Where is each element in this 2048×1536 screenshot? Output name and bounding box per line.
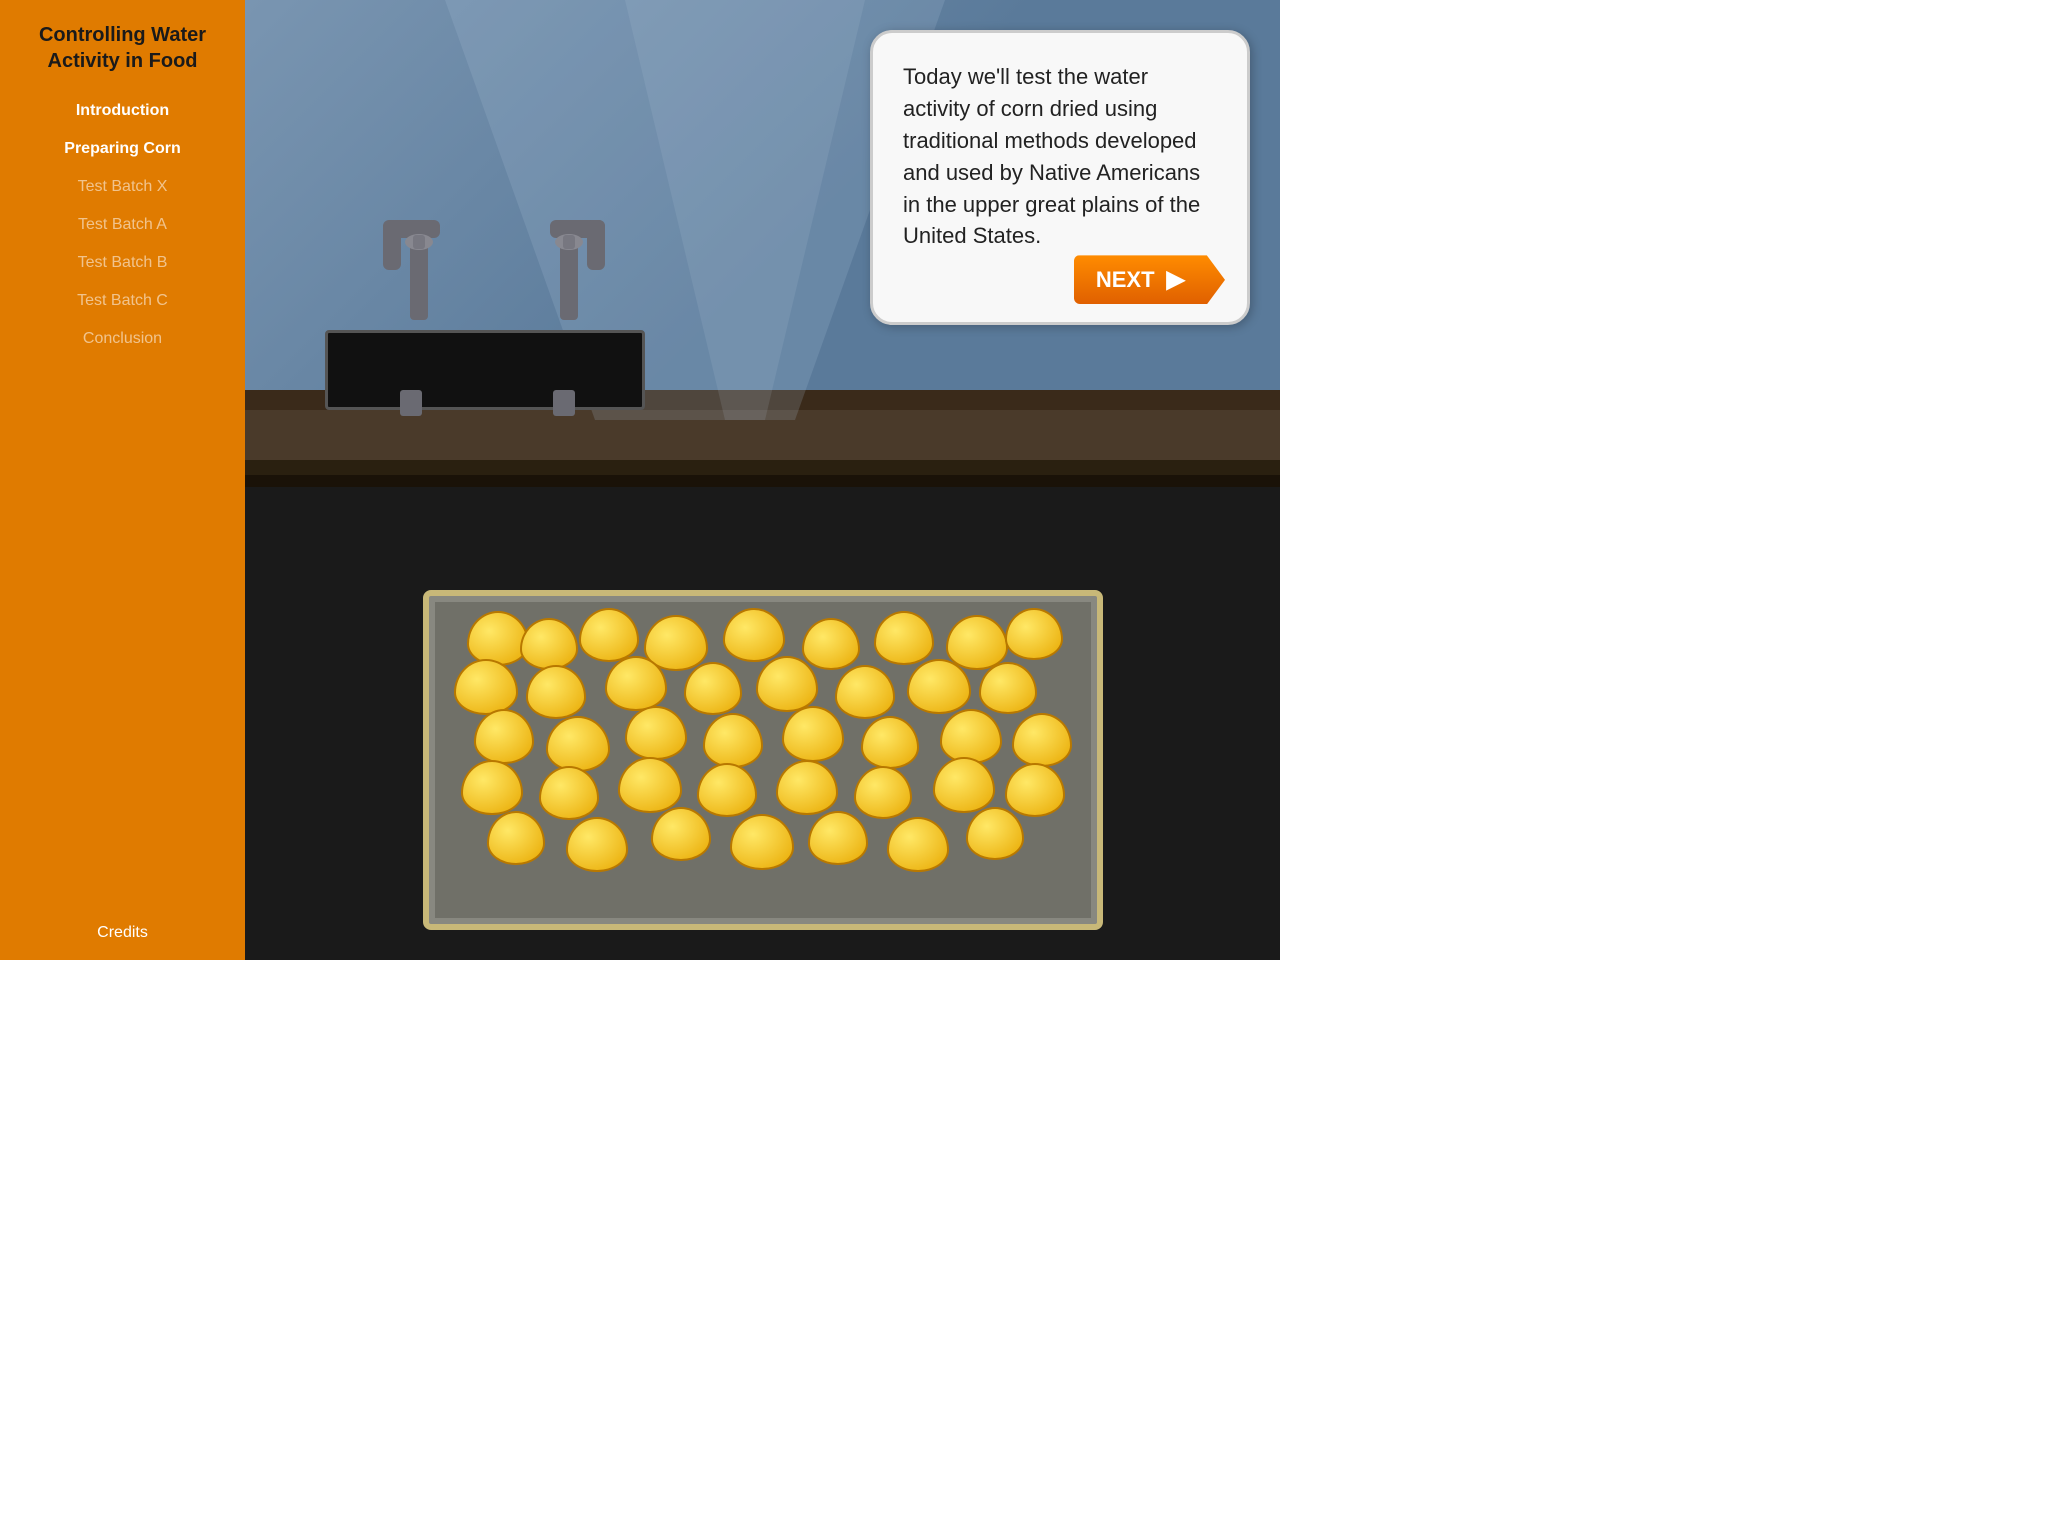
faucet-left bbox=[375, 180, 465, 340]
main-content: Today we'll test the water activity of c… bbox=[245, 0, 1280, 960]
corn-kernel bbox=[776, 760, 838, 815]
corn-kernel bbox=[461, 760, 523, 815]
next-arrow-icon: ▶ bbox=[1167, 265, 1185, 294]
corn-kernel bbox=[684, 662, 742, 715]
sidebar-nav: Introduction Preparing Corn Test Batch X… bbox=[0, 92, 245, 358]
corn-kernel bbox=[697, 763, 757, 817]
corn-kernel bbox=[1005, 608, 1063, 660]
corn-tray-container bbox=[423, 590, 1103, 930]
corn-kernel bbox=[966, 807, 1024, 860]
corn-kernel bbox=[861, 716, 919, 769]
nav-item-test-batch-a[interactable]: Test Batch A bbox=[0, 206, 245, 244]
faucet-base-right bbox=[553, 390, 575, 416]
floor-stripe2 bbox=[245, 475, 1280, 487]
corn-kernel bbox=[946, 615, 1008, 670]
dialogue-box: Today we'll test the water activity of c… bbox=[870, 30, 1250, 325]
corn-kernel bbox=[539, 766, 599, 820]
corn-kernel bbox=[808, 811, 868, 865]
corn-kernel bbox=[887, 817, 949, 872]
corn-kernel bbox=[756, 656, 818, 712]
corn-kernel bbox=[618, 757, 682, 813]
credits-button[interactable]: Credits bbox=[0, 924, 245, 942]
corn-kernel bbox=[651, 807, 711, 861]
faucet-base-left bbox=[400, 390, 422, 416]
scene: Today we'll test the water activity of c… bbox=[245, 0, 1280, 960]
corn-kernel bbox=[487, 811, 545, 865]
corn-kernel bbox=[520, 618, 578, 670]
sink-basin bbox=[325, 330, 645, 410]
corn-kernel bbox=[933, 757, 995, 813]
corn-kernel bbox=[802, 618, 860, 670]
corn-kernel bbox=[579, 608, 639, 662]
sidebar: Controlling Water Activity in Food Intro… bbox=[0, 0, 245, 960]
corn-kernel bbox=[1012, 713, 1072, 767]
corn-kernel bbox=[730, 814, 794, 870]
corn-kernel bbox=[454, 659, 518, 715]
corn-kernel bbox=[1005, 763, 1065, 817]
next-button[interactable]: NEXT ▶ bbox=[1074, 255, 1225, 304]
corn-kernel bbox=[979, 662, 1037, 714]
corn-kernel bbox=[546, 716, 610, 772]
nav-item-test-batch-c[interactable]: Test Batch C bbox=[0, 282, 245, 320]
nav-item-introduction[interactable]: Introduction bbox=[0, 92, 245, 130]
faucet-right bbox=[525, 180, 615, 340]
dialogue-text: Today we'll test the water activity of c… bbox=[903, 64, 1200, 248]
sidebar-title: Controlling Water Activity in Food bbox=[0, 0, 245, 92]
nav-item-test-batch-x[interactable]: Test Batch X bbox=[0, 168, 245, 206]
corn-kernel bbox=[566, 817, 628, 872]
corn-kernel bbox=[703, 713, 763, 768]
corn-kernel bbox=[723, 608, 785, 662]
corn-kernel bbox=[526, 665, 586, 719]
corn-kernel bbox=[782, 706, 844, 762]
corn-kernel bbox=[835, 665, 895, 719]
corn-kernel bbox=[605, 656, 667, 711]
tray-inner bbox=[435, 602, 1091, 918]
corn-kernel bbox=[625, 706, 687, 760]
corn-kernel bbox=[854, 766, 912, 819]
nav-item-conclusion[interactable]: Conclusion bbox=[0, 320, 245, 358]
nav-item-test-batch-b[interactable]: Test Batch B bbox=[0, 244, 245, 282]
corn-kernel bbox=[474, 709, 534, 764]
corn-kernel bbox=[874, 611, 934, 665]
corn-tray bbox=[423, 590, 1103, 930]
corn-kernel bbox=[940, 709, 1002, 764]
next-label: NEXT bbox=[1096, 267, 1155, 293]
nav-item-preparing-corn[interactable]: Preparing Corn bbox=[0, 130, 245, 168]
